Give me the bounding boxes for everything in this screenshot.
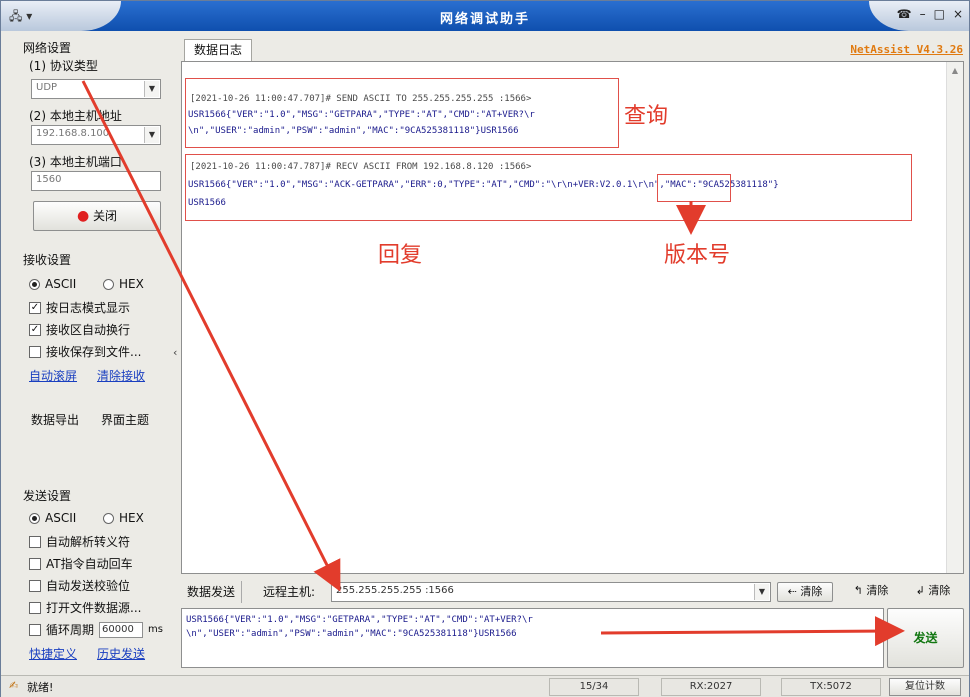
send-ascii-label: ASCII (45, 511, 77, 525)
remote-host-value: 255.255.255.255 :1566 (336, 585, 454, 596)
clear-button-2[interactable]: ↰ 清除 (843, 582, 899, 602)
collapse-panel-icon[interactable]: ‹ (173, 346, 177, 359)
status-icon: ✍ (9, 679, 19, 692)
query-highlight-box (185, 78, 619, 148)
recv-ascii-label: ASCII (45, 277, 77, 291)
save-to-file-checkbox[interactable]: 接收保存到文件... (29, 343, 141, 360)
status-bar: ✍ 就绪! 15/34 RX:2027 TX:5072 复位计数 (1, 675, 969, 697)
arrow-left-icon: ⇠ (787, 585, 797, 598)
loop-unit: ms (148, 624, 163, 635)
send-hex-radio[interactable]: HEX (103, 511, 144, 525)
at-cr-label: AT指令自动回车 (46, 557, 133, 571)
send-hex-label: HEX (119, 511, 144, 525)
log-mode-label: 按日志模式显示 (46, 301, 131, 315)
host-port-label: (3) 本地主机端口 (29, 155, 122, 169)
send-text-line: USR1566{"VER":"1.0","MSG":"GETPARA","TYP… (186, 615, 533, 625)
log-area[interactable]: ▲ [2021-10-26 11:00:47.707]# SEND ASCII … (181, 61, 964, 574)
maximize-button[interactable]: □ (934, 7, 945, 21)
clear-button-3[interactable]: ↲ 清除 (905, 582, 961, 602)
data-export-button[interactable]: 数据导出 (31, 411, 79, 428)
send-button[interactable]: 发送 (887, 608, 964, 668)
log-scrollbar[interactable]: ▲ (946, 62, 963, 573)
remote-host-label: 远程主机: (263, 585, 316, 599)
close-connection-button[interactable]: ● 关闭 (33, 201, 161, 231)
send-history-link[interactable]: 历史发送 (97, 645, 145, 662)
chevron-down-icon[interactable]: ▼ (144, 127, 159, 143)
loop-checkbox[interactable]: 循环周期 60000 ms (29, 621, 163, 638)
checksum-checkbox[interactable]: 自动发送校验位 (29, 577, 130, 594)
host-address-value: 192.168.8.100 (36, 128, 110, 139)
loop-period-input[interactable]: 60000 (99, 621, 144, 638)
escape-checkbox[interactable]: 自动解析转义符 (29, 533, 130, 550)
reply-highlight-box (185, 154, 912, 221)
recv-hex-label: HEX (119, 277, 144, 291)
window-title: 网络调试助手 (439, 12, 530, 27)
version-highlight-box (657, 174, 731, 202)
status-tx: TX:5072 (781, 678, 881, 696)
protocol-label: (1) 协议类型 (29, 59, 98, 73)
send-ascii-radio[interactable]: ASCII (29, 511, 76, 525)
network-settings-title: 网络设置 (23, 41, 72, 55)
clear-button-1[interactable]: ⇠ 清除 (777, 582, 833, 602)
recv-hex-radio[interactable]: HEX (103, 277, 144, 291)
send-settings-group: 发送设置 ASCII HEX 自动解析转义符 AT指令自动回车 自动发送校验位 … (21, 487, 173, 667)
host-port-input[interactable]: 1560 (31, 171, 161, 191)
clear-receive-link[interactable]: 清除接收 (97, 367, 145, 384)
theme-button[interactable]: 界面主题 (101, 411, 149, 428)
protocol-value: UDP (36, 82, 58, 93)
minimize-button[interactable]: – (920, 7, 926, 21)
shortcut-define-link[interactable]: 快捷定义 (29, 645, 77, 662)
data-send-label: 数据发送 (181, 581, 243, 603)
close-window-button[interactable]: × (953, 7, 963, 21)
annotation-reply: 回复 (378, 243, 423, 268)
red-dot-icon: ● (76, 208, 90, 224)
annotation-version: 版本号 (664, 243, 731, 268)
protocol-select[interactable]: UDP ▼ (31, 79, 161, 99)
arrow-up-left-icon: ↰ (853, 584, 863, 597)
auto-wrap-checkbox[interactable]: ✓ 接收区自动换行 (29, 321, 130, 338)
arrow-return-icon: ↲ (915, 584, 925, 597)
loop-label: 循环周期 (46, 623, 95, 637)
clear-label-3: 清除 (928, 584, 951, 597)
reset-count-button[interactable]: 复位计数 (889, 678, 961, 696)
receive-settings-title: 接收设置 (23, 253, 72, 267)
phone-icon[interactable]: ☎ (897, 7, 912, 21)
send-input-area[interactable]: USR1566{"VER":"1.0","MSG":"GETPARA","TYP… (181, 608, 884, 668)
app-window: 🖧 ▾ 网络调试助手 ☎ – □ × 网络设置 (1) 协议类型 UDP ▼ (… (0, 0, 970, 697)
open-file-label: 打开文件数据源... (46, 601, 142, 615)
scroll-up-icon[interactable]: ▲ (947, 62, 963, 75)
status-ready: 就绪! (27, 681, 54, 694)
clear-label-1: 清除 (800, 585, 823, 598)
host-address-label: (2) 本地主机地址 (29, 109, 122, 123)
send-toolbar: 数据发送 远程主机: 255.255.255.255 :1566 ▼ ⇠ 清除 … (181, 581, 964, 605)
network-settings-group: 网络设置 (1) 协议类型 UDP ▼ (2) 本地主机地址 192.168.8… (21, 41, 173, 241)
escape-label: 自动解析转义符 (46, 535, 131, 549)
close-connection-label: 关闭 (93, 209, 118, 223)
at-cr-checkbox[interactable]: AT指令自动回车 (29, 555, 133, 572)
receive-settings-group: 接收设置 ASCII HEX ✓ 按日志模式显示 ✓ 接收区自动换行 接收保存到文件… (21, 251, 173, 391)
remote-host-select[interactable]: 255.255.255.255 :1566 ▼ (331, 582, 771, 602)
chevron-down-icon[interactable]: ▼ (754, 584, 769, 600)
recv-ascii-radio[interactable]: ASCII (29, 277, 76, 291)
version-link[interactable]: NetAssist V4.3.26 (850, 43, 963, 56)
annotation-query: 查询 (624, 104, 669, 129)
log-mode-checkbox[interactable]: ✓ 按日志模式显示 (29, 299, 130, 316)
chevron-down-icon[interactable]: ▼ (144, 81, 159, 97)
send-text-line: \n","USER":"admin","PSW":"admin","MAC":"… (186, 629, 517, 639)
open-file-checkbox[interactable]: 打开文件数据源... (29, 599, 141, 616)
send-settings-title: 发送设置 (23, 489, 72, 503)
save-to-file-label: 接收保存到文件... (46, 345, 142, 359)
status-rx: RX:2027 (661, 678, 761, 696)
auto-scroll-link[interactable]: 自动滚屏 (29, 367, 77, 384)
tab-data-log[interactable]: 数据日志 (184, 39, 252, 61)
title-bar: 🖧 ▾ 网络调试助手 ☎ – □ × (1, 1, 969, 31)
host-address-select[interactable]: 192.168.8.100 ▼ (31, 125, 161, 145)
checksum-label: 自动发送校验位 (46, 579, 131, 593)
clear-label-2: 清除 (866, 584, 889, 597)
status-counter: 15/34 (549, 678, 639, 696)
window-controls: ☎ – □ × (897, 7, 963, 21)
auto-wrap-label: 接收区自动换行 (46, 323, 131, 337)
